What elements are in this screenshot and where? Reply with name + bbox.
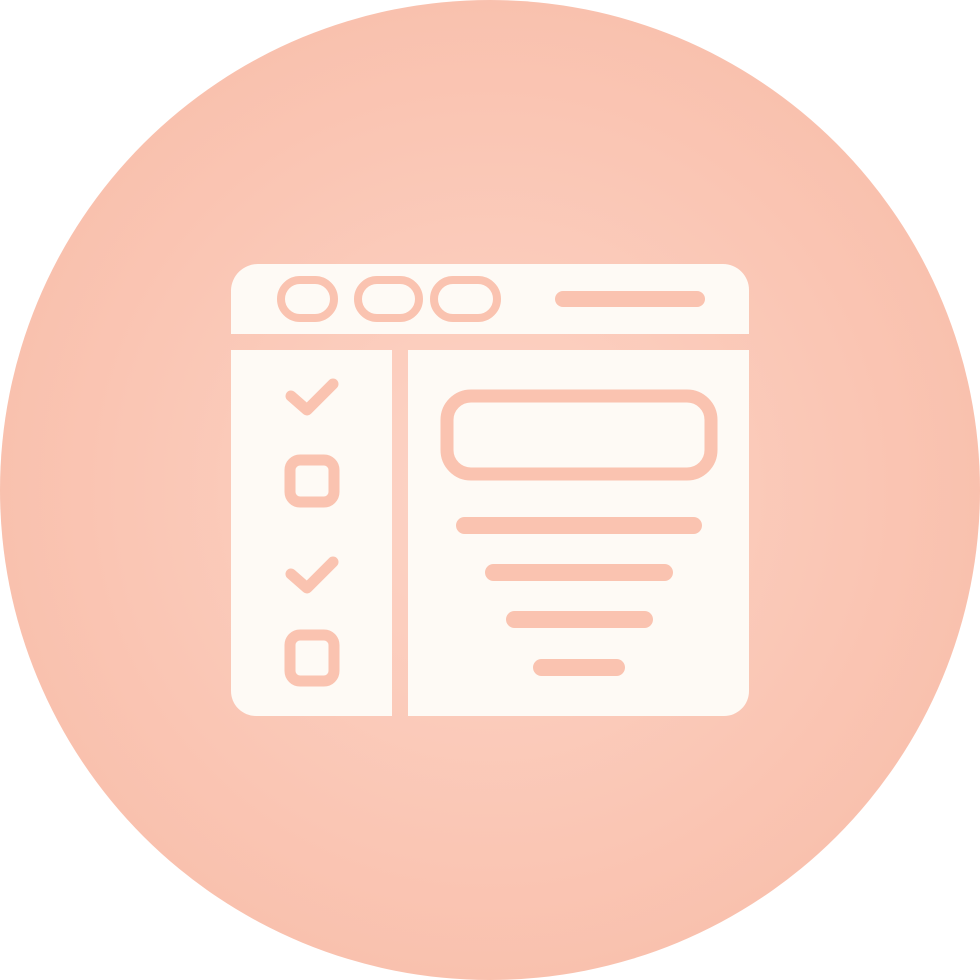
text-line	[456, 517, 702, 534]
address-bar-line	[555, 291, 705, 307]
icon-stage	[0, 0, 980, 980]
text-line	[533, 659, 625, 676]
text-line	[485, 564, 673, 581]
browser-checklist-icon	[0, 0, 980, 980]
text-line	[506, 611, 653, 628]
